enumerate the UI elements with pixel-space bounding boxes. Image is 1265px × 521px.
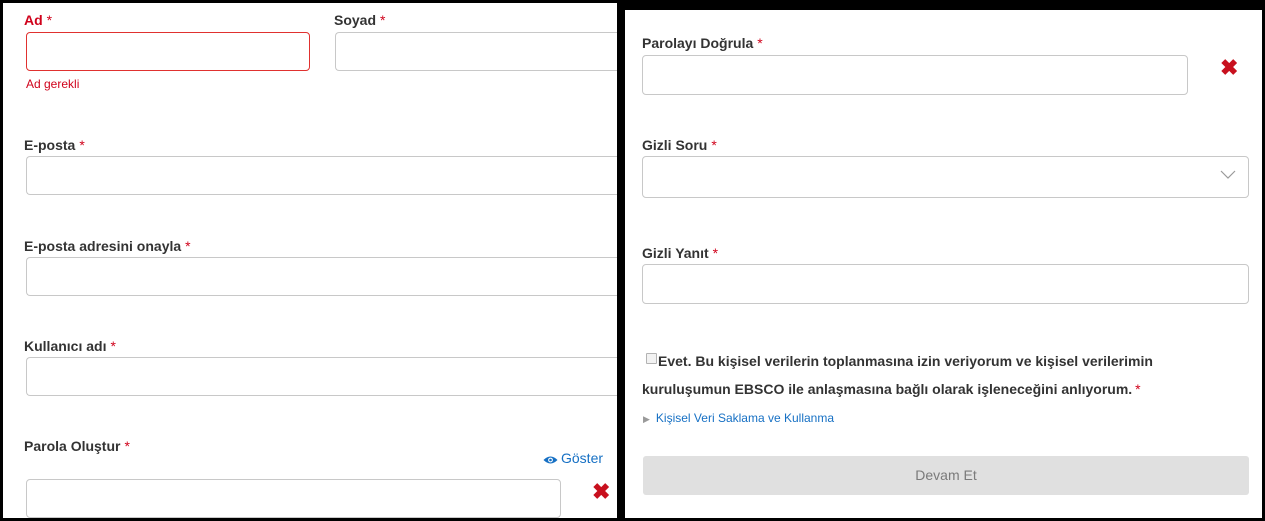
email-confirm-label-text: E-posta adresini onayla [24,238,182,254]
password-input[interactable] [26,479,561,518]
required-asterisk: * [124,438,130,454]
right-form-panel: Parolayı Doğrula * ✖ Gizli Soru * Gizli Ya… [625,10,1262,518]
chevron-down-icon [1220,170,1236,179]
email-confirm-label: E-posta adresini onayla * [24,238,191,254]
left-form-panel: Ad * Ad gerekli Soyad * E-posta * E-posta a… [3,3,617,518]
consent-label: Evet. Bu kişisel verilerin toplanmasına … [642,347,1242,403]
eye-icon [543,456,558,464]
first-name-label: Ad * [24,12,52,28]
show-password-toggle[interactable]: Göster [543,450,603,466]
required-asterisk: * [757,35,763,51]
first-name-error: Ad gerekli [26,77,80,91]
email-label-text: E-posta [24,137,76,153]
secret-question-select[interactable] [642,156,1249,198]
triangle-right-icon: ▶ [643,414,650,424]
secret-answer-input[interactable] [642,264,1249,304]
first-name-input[interactable] [26,32,310,71]
continue-button[interactable]: Devam Et [643,456,1249,495]
username-label: Kullanıcı adı * [24,338,116,354]
show-password-label: Göster [561,450,604,466]
x-mark-icon[interactable]: ✖ [1220,57,1238,79]
consent-text: Evet. Bu kişisel verilerin toplanmasına … [642,353,1153,397]
required-asterisk: * [380,12,386,28]
secret-answer-label-text: Gizli Yanıt [642,245,709,261]
required-asterisk: * [110,338,116,354]
email-label: E-posta * [24,137,85,153]
privacy-link[interactable]: Kişisel Veri Saklama ve Kullanma [656,411,834,425]
required-asterisk: * [711,137,717,153]
secret-question-label: Gizli Soru * [642,137,717,153]
last-name-label: Soyad * [334,12,385,28]
email-confirm-input[interactable] [26,257,617,296]
required-asterisk: * [1135,381,1141,397]
required-asterisk: * [712,245,719,261]
password-confirm-input[interactable] [642,55,1188,95]
email-input[interactable] [26,156,617,195]
password-label: Parola Oluştur * [24,438,130,454]
last-name-label-text: Soyad [334,12,377,28]
x-mark-icon[interactable]: ✖ [592,481,610,503]
first-name-label-text: Ad [24,12,43,28]
password-label-text: Parola Oluştur [24,438,121,454]
required-asterisk: * [79,137,85,153]
password-confirm-label: Parolayı Doğrula * [642,35,763,51]
required-asterisk: * [185,238,191,254]
secret-question-label-text: Gizli Soru [642,137,708,153]
privacy-disclosure[interactable]: ▶ Kişisel Veri Saklama ve Kullanma [643,411,834,425]
username-input[interactable] [26,357,617,396]
secret-answer-label: Gizli Yanıt * [642,245,718,261]
required-asterisk: * [46,12,53,28]
password-confirm-label-text: Parolayı Doğrula [642,35,754,51]
username-label-text: Kullanıcı adı [24,338,107,354]
last-name-input[interactable] [335,32,617,71]
